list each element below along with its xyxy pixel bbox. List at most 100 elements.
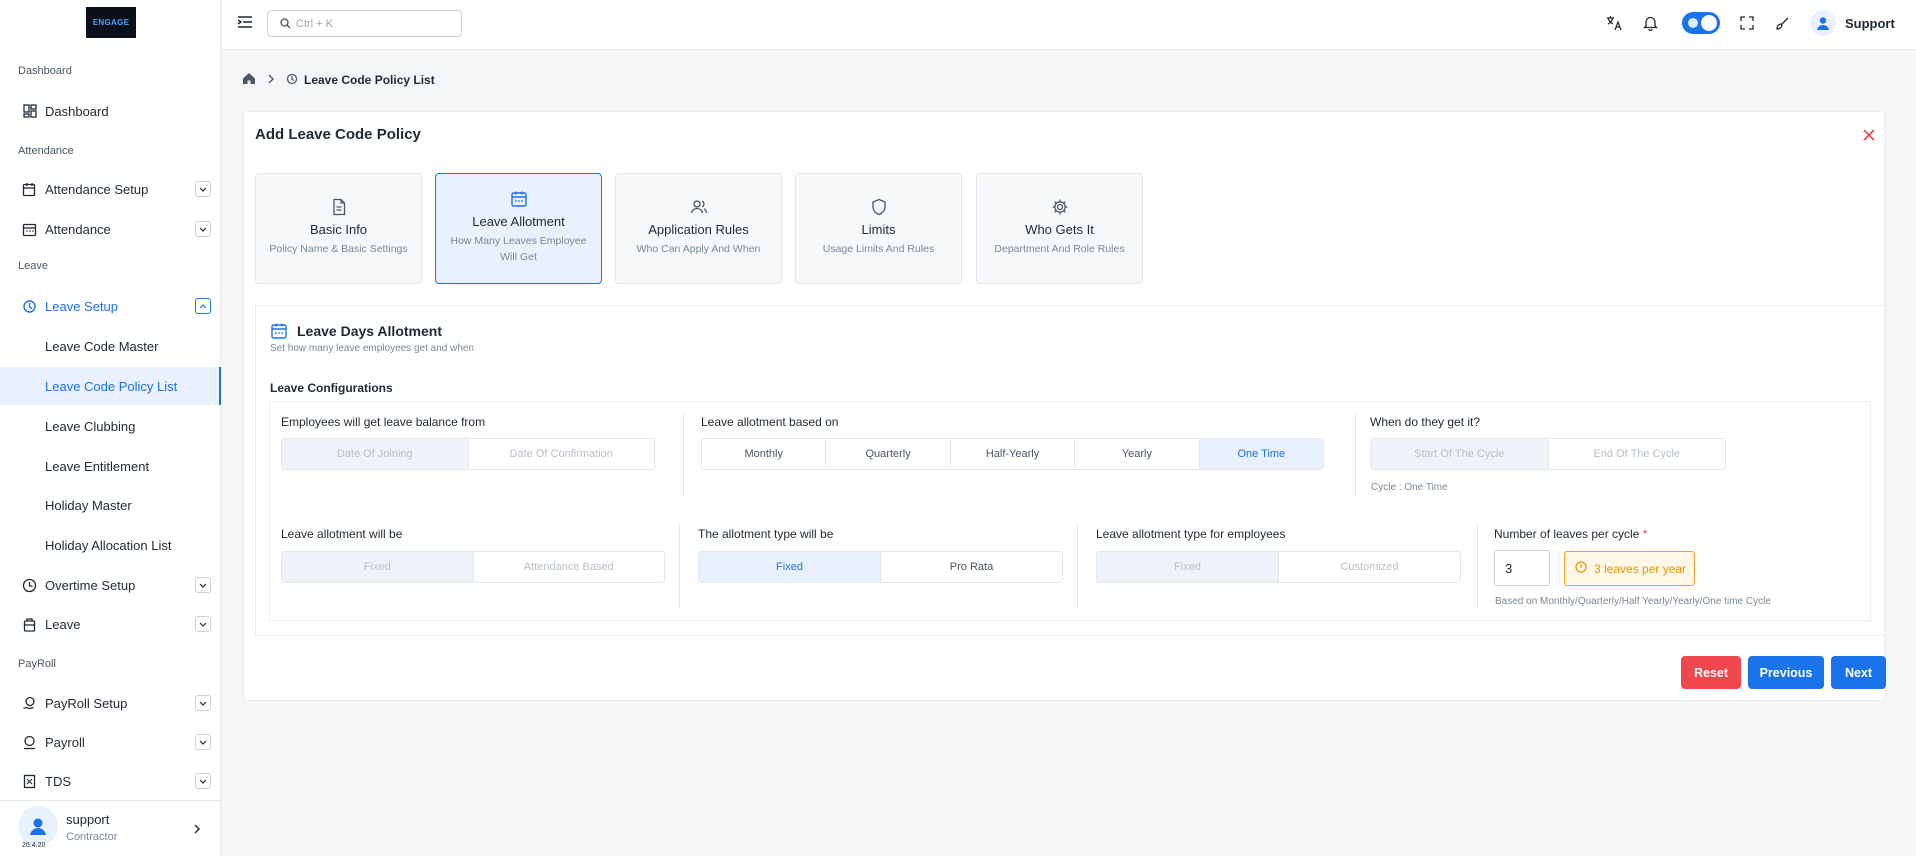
sidebar-item-attendance-setup[interactable]: Attendance Setup [0, 170, 221, 208]
user-avatar-icon[interactable] [1810, 10, 1836, 36]
option-pro-rata[interactable]: Pro Rata [881, 552, 1062, 582]
option-date-of-confirmation[interactable]: Date Of Confirmation [469, 439, 655, 469]
chevron-down-icon[interactable] [195, 695, 211, 711]
leaves-per-cycle-label: Number of leaves per cycle * [1494, 527, 1647, 541]
sidebar-item-leave-entitlement[interactable]: Leave Entitlement [0, 447, 221, 485]
fullscreen-icon[interactable] [1738, 14, 1756, 32]
section-leave: Leave [18, 260, 48, 272]
translate-icon[interactable] [1605, 14, 1623, 32]
step-limits[interactable]: Limits Usage Limits And Rules [795, 173, 962, 284]
sidebar-item-leave-code-master[interactable]: Leave Code Master [0, 327, 221, 365]
option-half-yearly[interactable]: Half-Yearly [951, 439, 1076, 469]
calendar-edit-icon [22, 182, 37, 197]
next-button[interactable]: Next [1831, 656, 1886, 689]
sidebar-item-label: Leave [45, 616, 81, 632]
bell-icon[interactable] [1641, 14, 1659, 32]
previous-button[interactable]: Previous [1748, 656, 1824, 689]
option-start-of-cycle[interactable]: Start Of The Cycle [1371, 439, 1549, 469]
calendar-icon [270, 322, 288, 345]
allotment-will-be-selector[interactable]: Fixed Attendance Based [281, 551, 665, 583]
sidebar-item-dashboard[interactable]: Dashboard [0, 92, 221, 130]
topbar-user-label[interactable]: Support [1845, 16, 1895, 31]
step-leave-allotment[interactable]: Leave Allotment How Many Leaves Employee… [435, 173, 602, 284]
step-application-rules[interactable]: Application Rules Who Can Apply And When [615, 173, 782, 284]
sidebar-item-label: Leave Entitlement [45, 458, 150, 474]
sidebar-item-holiday-master[interactable]: Holiday Master [0, 486, 221, 524]
sidebar-item-overtime-setup[interactable]: Overtime Setup [0, 566, 221, 604]
sidebar-item-leave-setup[interactable]: Leave Setup [0, 287, 221, 325]
leave-setup-icon [22, 299, 37, 314]
reset-button[interactable]: Reset [1681, 656, 1741, 689]
money-hand-icon [22, 696, 37, 711]
leave-setup-icon [286, 73, 298, 88]
sidebar-item-attendance[interactable]: Attendance [0, 210, 221, 248]
option-attendance-based[interactable]: Attendance Based [474, 552, 665, 582]
chevron-down-icon[interactable] [195, 773, 211, 789]
allotment-based-selector[interactable]: Monthly Quarterly Half-Yearly Yearly One… [701, 438, 1324, 470]
balance-from-label: Employees will get leave balance from [281, 415, 486, 429]
chevron-down-icon[interactable] [195, 616, 211, 632]
chevron-up-icon[interactable] [195, 298, 211, 314]
option-monthly[interactable]: Monthly [702, 439, 827, 469]
chevron-down-icon[interactable] [195, 181, 211, 197]
chevron-down-icon[interactable] [195, 577, 211, 593]
search-placeholder: Ctrl + K [296, 17, 333, 30]
sidebar-item-leave-code-policy-list[interactable]: Leave Code Policy List [0, 367, 221, 405]
close-icon[interactable] [1862, 128, 1878, 144]
when-label: When do they get it? [1370, 415, 1481, 429]
step-title: Basic Info [309, 222, 368, 237]
avatar[interactable] [18, 806, 58, 846]
allotment-type-selector[interactable]: Fixed Pro Rata [698, 551, 1063, 583]
step-desc: Department And Role Rules [994, 243, 1125, 255]
menu-collapse-icon[interactable] [237, 15, 253, 34]
sidebar-item-tds[interactable]: TDS [0, 762, 221, 800]
divider [1477, 525, 1478, 609]
sidebar-item-leave[interactable]: Leave [0, 605, 221, 643]
step-who-gets-it[interactable]: Who Gets It Department And Role Rules [976, 173, 1143, 284]
info-icon [1575, 561, 1587, 576]
option-quarterly[interactable]: Quarterly [826, 439, 951, 469]
leaves-per-cycle-text: Number of leaves per cycle [1494, 527, 1640, 541]
search-input[interactable]: Ctrl + K [267, 10, 462, 37]
sidebar-item-label: PayRoll Setup [45, 695, 128, 711]
home-icon[interactable] [242, 72, 256, 88]
when-selector[interactable]: Start Of The Cycle End Of The Cycle [1370, 438, 1726, 470]
shield-icon [870, 198, 888, 216]
chevron-down-icon[interactable] [195, 734, 211, 750]
brush-icon[interactable] [1773, 14, 1791, 32]
sidebar-item-payroll[interactable]: Payroll [0, 723, 221, 761]
chevron-right-icon[interactable] [193, 821, 201, 839]
calendar-icon [510, 190, 528, 208]
option-fixed[interactable]: Fixed [699, 552, 881, 582]
leaves-per-year-badge: 3 leaves per year [1564, 551, 1695, 586]
sidebar-item-label: Holiday Master [45, 497, 132, 513]
sidebar-item-holiday-allocation-list[interactable]: Holiday Allocation List [0, 526, 221, 564]
sidebar-item-payroll-setup[interactable]: PayRoll Setup [0, 684, 221, 722]
section-payroll: PayRoll [18, 658, 56, 670]
option-one-time[interactable]: One Time [1199, 439, 1324, 469]
option-date-of-joining[interactable]: Date Of Joining [282, 439, 469, 469]
theme-toggle[interactable] [1682, 12, 1720, 34]
type-for-employees-selector[interactable]: Fixed Customized [1096, 551, 1461, 583]
sidebar-item-label: TDS [45, 773, 71, 789]
sidebar-item-label: Attendance Setup [45, 181, 149, 197]
option-customized[interactable]: Customized [1279, 552, 1460, 582]
option-end-of-cycle[interactable]: End Of The Cycle [1549, 439, 1726, 469]
option-yearly[interactable]: Yearly [1075, 439, 1200, 469]
chevron-down-icon[interactable] [195, 221, 211, 237]
option-fixed[interactable]: Fixed [282, 552, 474, 582]
leaves-per-cycle-input[interactable]: 3 [1494, 550, 1550, 586]
divider [1355, 413, 1356, 496]
sidebar-item-leave-clubbing[interactable]: Leave Clubbing [0, 407, 221, 445]
balance-from-selector[interactable]: Date Of Joining Date Of Confirmation [281, 438, 655, 470]
gear-icon [1051, 198, 1069, 216]
option-fixed[interactable]: Fixed [1097, 552, 1279, 582]
breadcrumb: Leave Code Policy List [242, 70, 435, 90]
sidebar-item-label: Leave Code Master [45, 338, 159, 354]
sidebar-item-label: Leave Code Policy List [45, 378, 178, 394]
user-role: Contractor [66, 831, 118, 843]
step-title: Who Gets It [1025, 222, 1094, 237]
app-logo[interactable]: ENGAGE [86, 7, 136, 38]
step-basic-info[interactable]: Basic Info Policy Name & Basic Settings [255, 173, 422, 284]
divider [683, 413, 684, 496]
